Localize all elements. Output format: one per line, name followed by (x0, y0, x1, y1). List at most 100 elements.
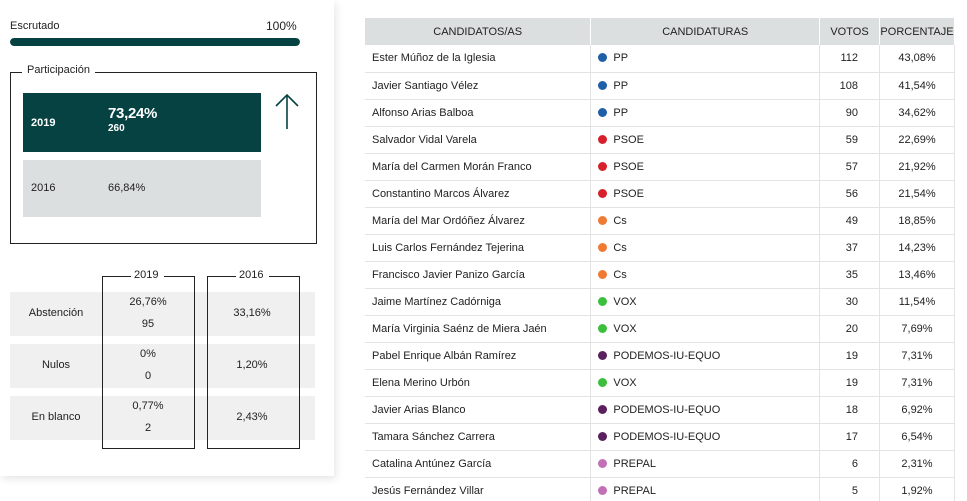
candidate-percent: 34,62% (879, 99, 956, 127)
party-color-dot-icon (598, 269, 608, 279)
candidate-percent: 22,69% (879, 126, 956, 154)
candidate-name: Ester Múñoz de la Iglesia (365, 45, 592, 73)
candidate-name: Jesús Fernández Villar (365, 477, 592, 501)
candidate-percent: 6,92% (879, 396, 956, 424)
candidate-percent: 43,08% (879, 45, 956, 73)
candidate-party: PSOE (590, 153, 821, 181)
header-candidatos: CANDIDATOS/AS (365, 18, 592, 45)
party-name: PP (613, 52, 629, 65)
party-color-dot-icon (598, 107, 608, 117)
escrutado-label: Escrutado (10, 20, 60, 32)
candidate-party: PP (590, 72, 821, 100)
candidate-party: Cs (590, 261, 821, 289)
candidate-party: PREPAL (590, 450, 821, 478)
candidate-party: Cs (590, 234, 821, 262)
candidate-party: PODEMOS-IU-EQUO (590, 423, 821, 451)
candidate-name: María Virginia Saénz de Miera Jaén (365, 315, 592, 343)
candidate-votes: 5 (819, 477, 880, 501)
candidate-votes: 6 (819, 450, 880, 478)
candidate-votes: 37 (819, 234, 880, 262)
table-row: Javier Arias Blanco PODEMOS-IU-EQUO 18 6,92… (365, 396, 956, 424)
table-row: Tamara Sánchez Carrera PODEMOS-IU-EQUO 17 6… (365, 423, 956, 451)
stats-row-label: Nulos (41, 359, 71, 371)
candidates-table: CANDIDATOS/AS CANDIDATURAS VOTOS PORCENT… (365, 18, 956, 501)
header-porcentaje: PORCENTAJE (879, 18, 956, 45)
results-summary-panel: Escrutado 100% Participación 2019 73,24%… (0, 0, 334, 476)
header-votos: VOTOS (819, 18, 880, 45)
party-color-dot-icon (598, 404, 608, 414)
candidate-name: Jaime Martínez Cadórniga (365, 288, 592, 316)
participation-2019-percent: 73,24% (108, 105, 158, 122)
escrutado-progress-bar (10, 38, 300, 46)
candidate-percent: 21,92% (879, 153, 956, 181)
party-name: PREPAL (613, 457, 656, 470)
candidate-percent: 1,92% (879, 477, 956, 501)
table-row: Constantino Marcos Álvarez PSOE 56 21,54% (365, 180, 956, 208)
table-row: Elena Merino Urbón VOX 19 7,31% (365, 369, 956, 397)
table-row: Luis Carlos Fernández Tejerina Cs 37 14,23% (365, 234, 956, 262)
table-row: María del Carmen Morán Franco PSOE 57 21,92… (365, 153, 956, 181)
candidate-percent: 21,54% (879, 180, 956, 208)
party-name: PODEMOS-IU-EQUO (613, 430, 721, 443)
party-color-dot-icon (598, 215, 608, 225)
table-row: María Virginia Saénz de Miera Jaén VOX 20 7… (365, 315, 956, 343)
candidate-votes: 112 (819, 45, 880, 73)
header-candidaturas: CANDIDATURAS (590, 18, 821, 45)
candidate-percent: 41,54% (879, 72, 956, 100)
candidate-name: Constantino Marcos Álvarez (365, 180, 592, 208)
candidate-name: Javier Santiago Vélez (365, 72, 592, 100)
participation-2019-row: 2019 73,24% 260 (23, 93, 261, 152)
candidate-votes: 90 (819, 99, 880, 127)
participation-2019-year: 2019 (31, 117, 56, 129)
candidate-party: PREPAL (590, 477, 821, 501)
stats-2019-column-frame (102, 276, 195, 449)
party-color-dot-icon (598, 161, 608, 171)
party-name: PP (613, 79, 629, 92)
frame-line (269, 276, 300, 277)
party-name: PSOE (613, 160, 644, 173)
candidate-percent: 18,85% (879, 207, 956, 235)
candidate-party: PODEMOS-IU-EQUO (590, 342, 821, 370)
escrutado-value: 100% (266, 19, 297, 33)
table-row: Jaime Martínez Cadórniga VOX 30 11,54% (365, 288, 956, 316)
party-color-dot-icon (598, 458, 608, 468)
table-body: Ester Múñoz de la Iglesia PP 112 43,08% Javi… (365, 45, 956, 501)
candidate-name: Alfonso Arias Balboa (365, 99, 592, 127)
stats-2019-column-title: 2019 (131, 269, 162, 281)
arrow-up-icon (275, 93, 299, 129)
table-row: María del Mar Ordóñez Álvarez Cs 49 18,85% (365, 207, 956, 235)
candidate-party: PSOE (590, 126, 821, 154)
table-row: Ester Múñoz de la Iglesia PP 112 43,08% (365, 45, 956, 73)
table-row: Javier Santiago Vélez PP 108 41,54% (365, 72, 956, 100)
party-name: VOX (613, 322, 637, 335)
table-row: Salvador Vidal Varela PSOE 59 22,69% (365, 126, 956, 154)
party-name: PSOE (613, 133, 644, 146)
party-name: VOX (613, 295, 637, 308)
candidate-party: PSOE (590, 180, 821, 208)
party-name: PODEMOS-IU-EQUO (613, 349, 721, 362)
party-name: PSOE (613, 187, 644, 200)
candidate-name: Catalina Antúnez García (365, 450, 592, 478)
candidate-party: Cs (590, 207, 821, 235)
party-color-dot-icon (598, 53, 608, 63)
candidate-votes: 20 (819, 315, 880, 343)
table-row: Jesús Fernández Villar PREPAL 5 1,92% (365, 477, 956, 501)
party-name: PREPAL (613, 484, 656, 497)
candidate-party: PP (590, 99, 821, 127)
candidate-percent: 2,31% (879, 450, 956, 478)
candidate-votes: 19 (819, 342, 880, 370)
candidate-percent: 11,54% (879, 288, 956, 316)
candidate-votes: 19 (819, 369, 880, 397)
candidate-party: PODEMOS-IU-EQUO (590, 396, 821, 424)
candidate-votes: 56 (819, 180, 880, 208)
escrutado-progress-fill (10, 38, 300, 46)
stats-2016-column-title: 2016 (236, 269, 267, 281)
participation-title: Participación (22, 64, 95, 76)
table-row: Catalina Antúnez García PREPAL 6 2,31% (365, 450, 956, 478)
party-color-dot-icon (598, 323, 608, 333)
candidate-party: VOX (590, 315, 821, 343)
candidate-name: María del Carmen Morán Franco (365, 153, 592, 181)
party-color-dot-icon (598, 485, 608, 495)
candidate-name: Francisco Javier Panizo García (365, 261, 592, 289)
candidate-party: PP (590, 45, 821, 73)
